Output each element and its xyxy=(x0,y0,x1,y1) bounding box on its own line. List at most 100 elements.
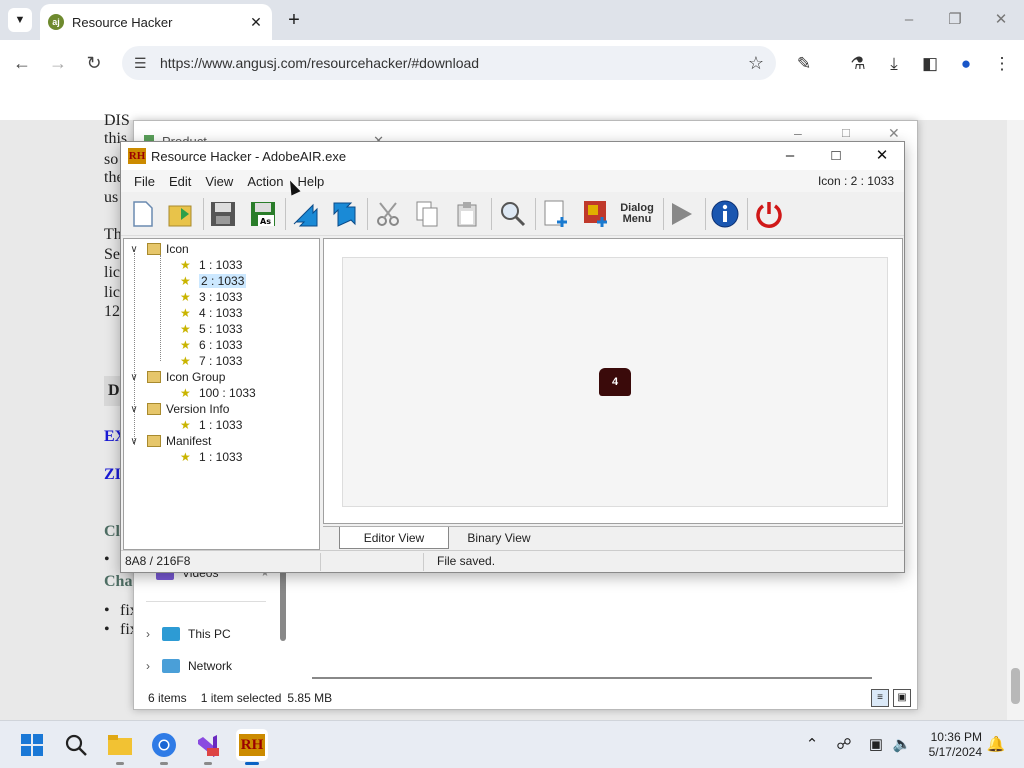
show-hidden-icons-chevron-icon[interactable]: ⌃ xyxy=(802,735,822,753)
tree-node-icon[interactable]: ∨ Icon xyxy=(127,241,188,257)
close-window-icon[interactable]: ✕ xyxy=(888,125,900,142)
network-disconnected-icon[interactable]: ☍ xyxy=(834,735,854,753)
save-as-button[interactable]: As xyxy=(247,198,279,230)
tree-node-version-info[interactable]: ∨ Version Info xyxy=(127,401,229,417)
close-window-icon[interactable]: ✕ xyxy=(859,142,905,170)
bookmark-star-icon[interactable]: ☆ xyxy=(748,53,764,74)
details-view-icon[interactable]: ≡ xyxy=(871,689,889,707)
copy-button[interactable] xyxy=(411,198,443,230)
paste-button[interactable] xyxy=(451,198,483,230)
browser-tab[interactable]: aj Resource Hacker ✕ xyxy=(40,4,272,40)
collapse-chevron-icon[interactable]: ∨ xyxy=(127,436,141,447)
tab-editor-view[interactable]: Editor View xyxy=(339,527,449,549)
volume-muted-icon[interactable]: 🔈 xyxy=(892,735,912,753)
rh-title-bar: RH Resource Hacker - AdobeAIR.exe – □ ✕ xyxy=(121,142,904,170)
maximize-icon[interactable]: □ xyxy=(813,142,859,170)
chevron-down-icon: ▼ xyxy=(14,14,26,26)
toolbar-separator xyxy=(535,198,536,230)
add-blank-resource-icon xyxy=(544,200,567,227)
notification-bell-icon[interactable]: 🔔 xyxy=(986,735,1006,753)
download-icon[interactable]: ⤓ xyxy=(882,52,906,76)
power-icon xyxy=(756,202,782,228)
visual-studio-taskbar-button[interactable] xyxy=(192,729,224,765)
collapse-chevron-icon[interactable]: ∨ xyxy=(127,404,141,415)
maximize-icon[interactable]: □ xyxy=(842,125,850,140)
site-settings-icon[interactable]: ☰ xyxy=(134,55,152,72)
more-menu-icon[interactable]: ⋮ xyxy=(990,52,1014,76)
tree-leaf[interactable]: ★ 1 : 1033 xyxy=(180,417,242,433)
page-link[interactable]: ZI xyxy=(104,466,121,484)
new-tab-button[interactable]: + xyxy=(282,8,306,32)
tree-leaf[interactable]: ★ 6 : 1033 xyxy=(180,337,242,353)
tab-binary-view[interactable]: Binary View xyxy=(449,527,549,549)
about-button[interactable] xyxy=(709,198,741,230)
menu-action[interactable]: Action xyxy=(240,174,290,189)
nav-item-network[interactable]: › Network xyxy=(146,659,232,673)
run-script-button[interactable] xyxy=(665,198,697,230)
url-text[interactable]: https://www.angusj.com/resourcehacker/#d… xyxy=(160,55,748,71)
tree-node-icon-group[interactable]: ∨ Icon Group xyxy=(127,369,225,385)
collapse-chevron-icon[interactable]: ∨ xyxy=(127,244,141,255)
resource-tree[interactable]: ∨ Icon ★ 1 : 1033 ★ 2 : 1033 ★ 3 : 1033 ★ 4 … xyxy=(123,238,320,550)
tree-leaf[interactable]: ★ 1 : 1033 xyxy=(180,449,242,465)
find-button[interactable] xyxy=(497,198,529,230)
file-explorer-taskbar-button[interactable] xyxy=(104,729,136,765)
collapse-chevron-icon[interactable]: ∨ xyxy=(127,372,141,383)
page-scrollbar[interactable] xyxy=(1007,120,1024,720)
side-panel-icon[interactable]: ◧ xyxy=(918,52,942,76)
address-bar[interactable]: ☰ https://www.angusj.com/resourcehacker/… xyxy=(122,46,776,80)
chevron-right-icon[interactable]: › xyxy=(146,627,162,641)
exit-button[interactable] xyxy=(753,198,785,230)
tree-node-manifest[interactable]: ∨ Manifest xyxy=(127,433,211,449)
save-button[interactable] xyxy=(207,198,239,230)
tab-title: Resource Hacker xyxy=(72,14,173,30)
display-icon[interactable]: ▣ xyxy=(866,735,886,753)
tiles-view-icon[interactable]: ▣ xyxy=(893,689,911,707)
chevron-right-icon[interactable]: › xyxy=(146,659,162,673)
horizontal-scrollbar[interactable] xyxy=(312,677,872,679)
nav-item-this-pc[interactable]: › This PC xyxy=(146,627,231,641)
add-image-button[interactable] xyxy=(581,198,613,230)
chrome-taskbar-button[interactable] xyxy=(148,729,180,765)
status-offset: 8A8 / 216F8 xyxy=(125,554,191,568)
cut-button[interactable] xyxy=(373,198,405,230)
start-button[interactable] xyxy=(16,729,48,761)
view-tabs: Editor View Binary View xyxy=(323,526,903,550)
tree-leaf[interactable]: ★ 100 : 1033 xyxy=(180,385,256,401)
extensions-icon[interactable]: ✎ xyxy=(792,52,816,76)
menu-file[interactable]: File xyxy=(127,174,162,189)
open-file-button[interactable] xyxy=(165,198,197,230)
tree-leaf[interactable]: ★ 3 : 1033 xyxy=(180,289,242,305)
menu-edit[interactable]: Edit xyxy=(162,174,198,189)
add-resource-button[interactable] xyxy=(541,198,573,230)
minimize-icon[interactable]: – xyxy=(767,142,813,170)
tree-leaf[interactable]: ★ 5 : 1033 xyxy=(180,321,242,337)
compile-button[interactable] xyxy=(289,198,321,230)
minimize-icon[interactable]: – xyxy=(794,125,802,141)
close-window-icon[interactable]: ✕ xyxy=(985,8,1017,32)
profile-avatar-icon[interactable]: ● xyxy=(954,52,978,76)
back-arrow-icon[interactable]: ← xyxy=(8,50,36,76)
tree-leaf-selected[interactable]: ★ 2 : 1033 xyxy=(180,273,247,289)
tree-leaf[interactable]: ★ 1 : 1033 xyxy=(180,257,242,273)
tab-search-dropdown[interactable]: ▼ xyxy=(8,8,32,32)
search-button[interactable] xyxy=(60,729,92,761)
restore-icon[interactable]: ❐ xyxy=(939,8,971,32)
labs-flask-icon[interactable]: ⚗ xyxy=(846,52,870,76)
menu-view[interactable]: View xyxy=(198,174,240,189)
tree-leaf[interactable]: ★ 7 : 1033 xyxy=(180,353,242,369)
minimize-icon[interactable]: – xyxy=(893,8,925,32)
nav-scrollbar[interactable] xyxy=(280,561,286,641)
tree-leaf[interactable]: ★ 4 : 1033 xyxy=(180,305,242,321)
add-image-resource-icon xyxy=(584,201,607,227)
forward-arrow-icon[interactable]: → xyxy=(44,50,72,76)
close-tab-icon[interactable]: ✕ xyxy=(248,14,264,31)
replace-button[interactable] xyxy=(329,198,361,230)
system-clock[interactable]: 10:36 PM 5/17/2024 xyxy=(926,730,982,760)
scrollbar-thumb[interactable] xyxy=(1011,668,1020,704)
tree-node-label: Manifest xyxy=(166,434,212,448)
resource-hacker-taskbar-button[interactable]: RH xyxy=(236,729,268,765)
new-file-button[interactable] xyxy=(127,198,159,230)
reload-icon[interactable]: ↻ xyxy=(80,50,108,76)
dialog-menu-button[interactable]: Dialog Menu xyxy=(617,198,657,230)
